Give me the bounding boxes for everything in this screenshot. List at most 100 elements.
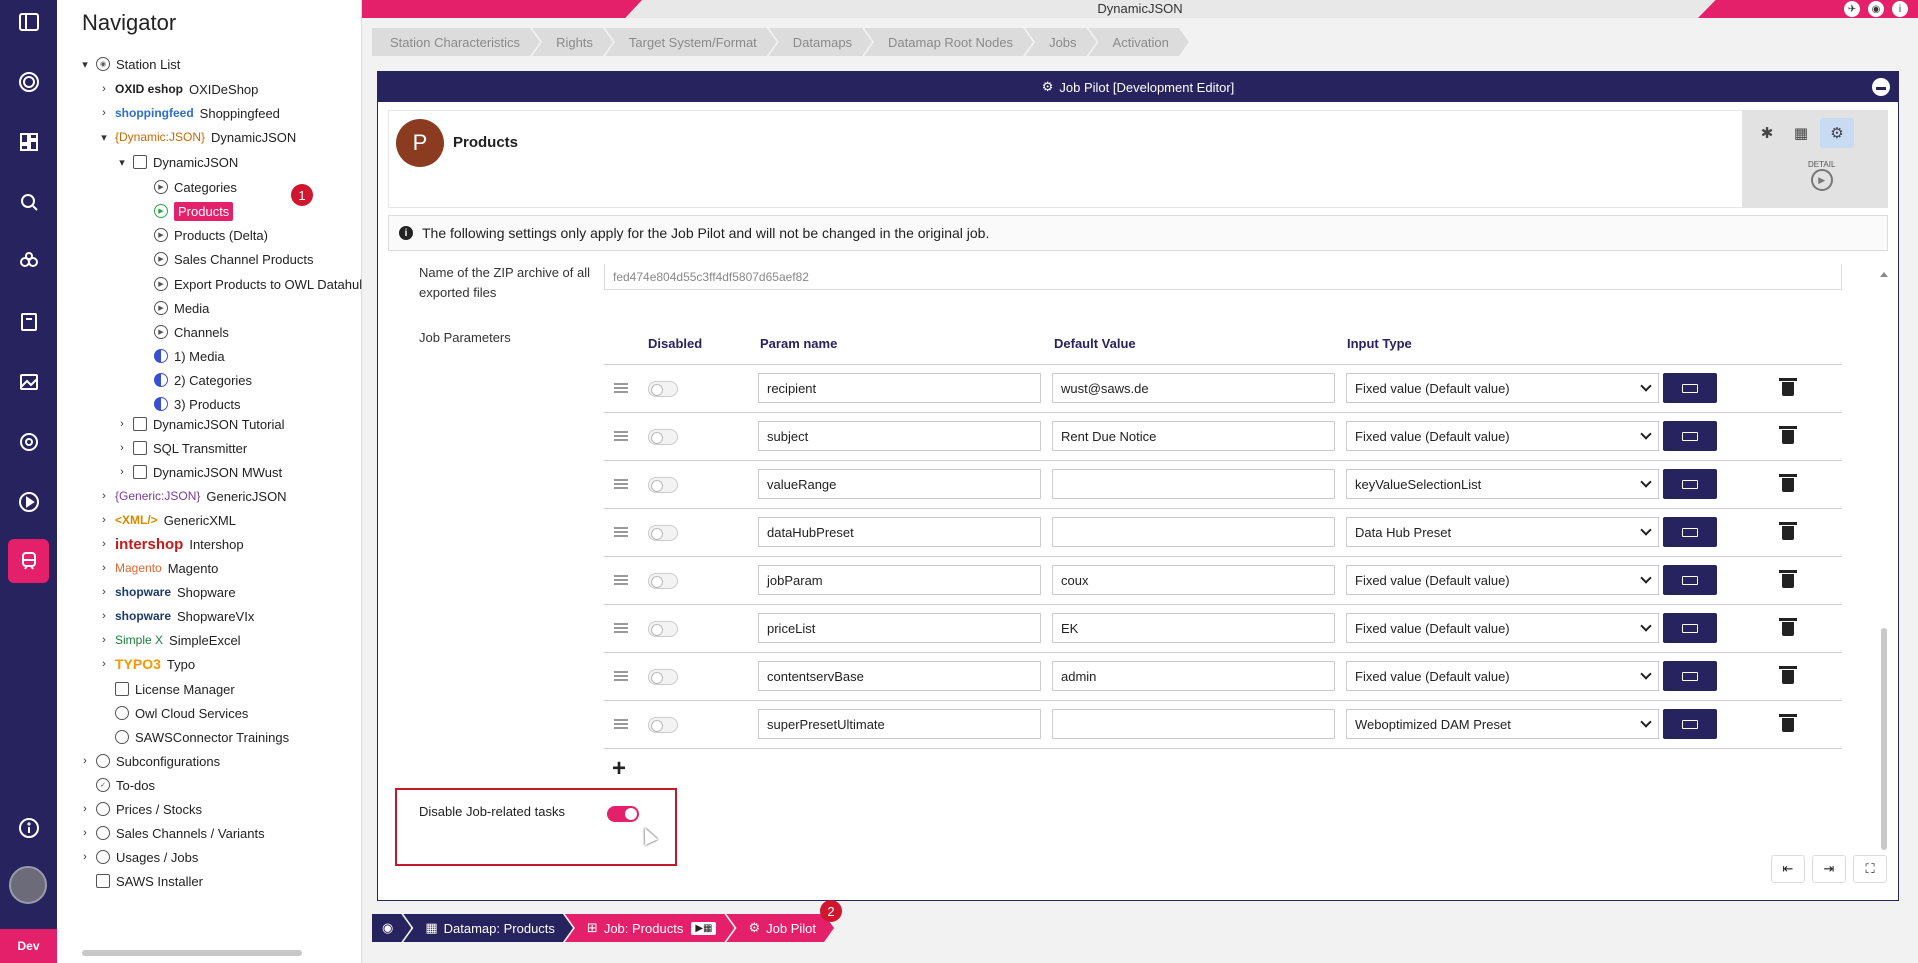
default-value-input[interactable]: coux [1052, 565, 1335, 595]
param-name-input[interactable]: priceList [758, 613, 1041, 643]
chevron-right-icon[interactable]: › [97, 634, 111, 646]
add-param-button[interactable]: + [612, 755, 626, 783]
tree-item-typo[interactable]: › TYPO3 Typo [97, 653, 195, 675]
default-value-input[interactable]: wust@saws.de [1052, 373, 1335, 403]
chevron-right-icon[interactable]: › [97, 610, 111, 622]
tree-item-products[interactable]: ▶ Products [154, 200, 234, 222]
param-name-input[interactable]: jobParam [758, 565, 1041, 595]
tree-item-intershop[interactable]: › intershop Intershop [97, 533, 243, 555]
chevron-right-icon[interactable]: › [78, 827, 92, 839]
breadcrumb-job[interactable]: ⊞ Job: Products ▶▦ [565, 914, 735, 942]
trash-icon[interactable] [1779, 426, 1797, 444]
disabled-toggle[interactable] [648, 477, 678, 493]
default-value-input[interactable] [1052, 709, 1335, 739]
keyboard-button[interactable] [1663, 709, 1717, 739]
chevron-right-icon[interactable]: › [97, 658, 111, 670]
input-type-select[interactable]: Fixed value (Default value) [1346, 421, 1659, 451]
tree-item-media[interactable]: ▶ Media [154, 297, 209, 319]
input-type-select[interactable]: Weboptimized DAM Preset [1346, 709, 1659, 739]
trash-icon[interactable] [1779, 714, 1797, 732]
tree-item-genericjson[interactable]: › {Generic:JSON} GenericJSON [97, 485, 286, 507]
step-rights[interactable]: Rights [532, 28, 613, 56]
input-type-select[interactable]: Fixed value (Default value) [1346, 613, 1659, 643]
tree-item-3-products[interactable]: 3) Products [154, 393, 240, 415]
panel-scrollbar[interactable] [1879, 270, 1889, 855]
tree-item-1-media[interactable]: 1) Media [154, 345, 225, 367]
drag-handle-icon[interactable] [614, 575, 628, 585]
tree-item-dynamicjson-mwust[interactable]: › DynamicJSON MWust [115, 461, 282, 483]
tree-item-simpleexcel[interactable]: › Simple X SimpleExcel [97, 629, 240, 651]
tree-item-prices-stocks[interactable]: › Prices / Stocks [78, 798, 202, 820]
tree-item-usages-jobs[interactable]: › Usages / Jobs [78, 846, 198, 868]
default-value-input[interactable]: admin [1052, 661, 1335, 691]
chevron-down-icon[interactable]: ▾ [78, 58, 92, 71]
tree-item-2-categories[interactable]: 2) Categories [154, 369, 252, 391]
tree-item-dynamicjson-tutorial[interactable]: › DynamicJSON Tutorial [115, 413, 284, 435]
detail-play-button[interactable]: DETAIL ▶ [1808, 160, 1835, 191]
param-name-input[interactable]: recipient [758, 373, 1041, 403]
param-name-input[interactable]: superPresetUltimate [758, 709, 1041, 739]
trash-icon[interactable] [1779, 378, 1797, 396]
param-name-input[interactable]: subject [758, 421, 1041, 451]
collapse-icon[interactable] [0, 0, 57, 44]
tree-item-channels[interactable]: ▶ Channels [154, 321, 229, 343]
bug-icon[interactable]: ✱ [1750, 118, 1784, 148]
step-station-characteristics[interactable]: Station Characteristics [372, 28, 540, 56]
book-icon[interactable] [0, 300, 57, 344]
chevron-right-icon[interactable]: › [115, 418, 129, 430]
image-icon[interactable] [0, 360, 57, 404]
tree-item-station-list[interactable]: ▾ ◉ Station List [78, 53, 180, 75]
breadcrumb-datamap[interactable]: ▦ Datamap: Products [403, 914, 573, 942]
tree-item-dynamicjson-station[interactable]: ▾ DynamicJSON [115, 151, 238, 173]
chevron-right-icon[interactable]: › [97, 490, 111, 502]
tree-item-magento[interactable]: › Magento Magento [97, 557, 218, 579]
chevron-right-icon[interactable]: › [97, 562, 111, 574]
trash-icon[interactable] [1779, 522, 1797, 540]
info-icon[interactable] [0, 806, 57, 850]
tree-item-shoppingfeed[interactable]: › shoppingfeed Shoppingfeed [97, 102, 280, 124]
drag-handle-icon[interactable] [614, 383, 628, 393]
drag-handle-icon[interactable] [614, 719, 628, 729]
user-avatar[interactable] [9, 866, 47, 904]
tree-item-license-manager[interactable]: License Manager [97, 678, 235, 700]
chevron-down-icon[interactable]: ▾ [97, 131, 111, 144]
tree-item-categories[interactable]: ▶ Categories [154, 176, 237, 198]
breadcrumb-job-pilot[interactable]: ⚙ Job Pilot [726, 914, 834, 942]
disable-tasks-toggle[interactable] [607, 806, 639, 822]
chevron-right-icon[interactable]: › [78, 755, 92, 767]
step-jobs[interactable]: Jobs [1025, 28, 1096, 56]
search-icon[interactable] [0, 180, 57, 224]
input-type-select[interactable]: Data Hub Preset [1346, 517, 1659, 547]
antenna-icon[interactable]: ◉ [1868, 1, 1884, 17]
disabled-toggle[interactable] [648, 429, 678, 445]
connections-icon[interactable] [0, 240, 57, 284]
tree-item-export-products[interactable]: ▶ Export Products to OWL Datahul [154, 273, 362, 295]
keyboard-button[interactable] [1663, 613, 1717, 643]
keyboard-button[interactable] [1663, 517, 1717, 547]
default-value-input[interactable]: EK [1052, 613, 1335, 643]
chevron-right-icon[interactable]: › [97, 586, 111, 598]
tree-item-owl-cloud[interactable]: Owl Cloud Services [97, 702, 248, 724]
tree-item-sql-transmitter[interactable]: › SQL Transmitter [115, 437, 247, 459]
disabled-toggle[interactable] [648, 573, 678, 589]
step-datamap-root-nodes[interactable]: Datamap Root Nodes [864, 28, 1033, 56]
dashboard-icon[interactable] [0, 120, 57, 164]
disabled-toggle[interactable] [648, 717, 678, 733]
param-name-input[interactable]: dataHubPreset [758, 517, 1041, 547]
plane-icon[interactable]: ✈ [1844, 1, 1860, 17]
disabled-toggle[interactable] [648, 381, 678, 397]
disabled-toggle[interactable] [648, 525, 678, 541]
navigator-scrollbar[interactable] [62, 948, 362, 958]
trash-icon[interactable] [1779, 570, 1797, 588]
default-value-input[interactable] [1052, 517, 1335, 547]
default-value-input[interactable] [1052, 469, 1335, 499]
tree-item-genericxml[interactable]: › <XML/> GenericXML [97, 509, 236, 531]
tree-item-dynamicjson[interactable]: ▾ {Dynamic:JSON} DynamicJSON [97, 126, 296, 148]
drag-handle-icon[interactable] [614, 479, 628, 489]
disabled-toggle[interactable] [648, 621, 678, 637]
fullscreen-icon[interactable]: ⛶ [1853, 855, 1887, 883]
tree-item-subconfigurations[interactable]: › Subconfigurations [78, 750, 220, 772]
export-icon[interactable]: ⇥ [1812, 855, 1846, 883]
station-icon[interactable] [8, 539, 49, 583]
tree-item-saws-installer[interactable]: SAWS Installer [78, 870, 203, 892]
